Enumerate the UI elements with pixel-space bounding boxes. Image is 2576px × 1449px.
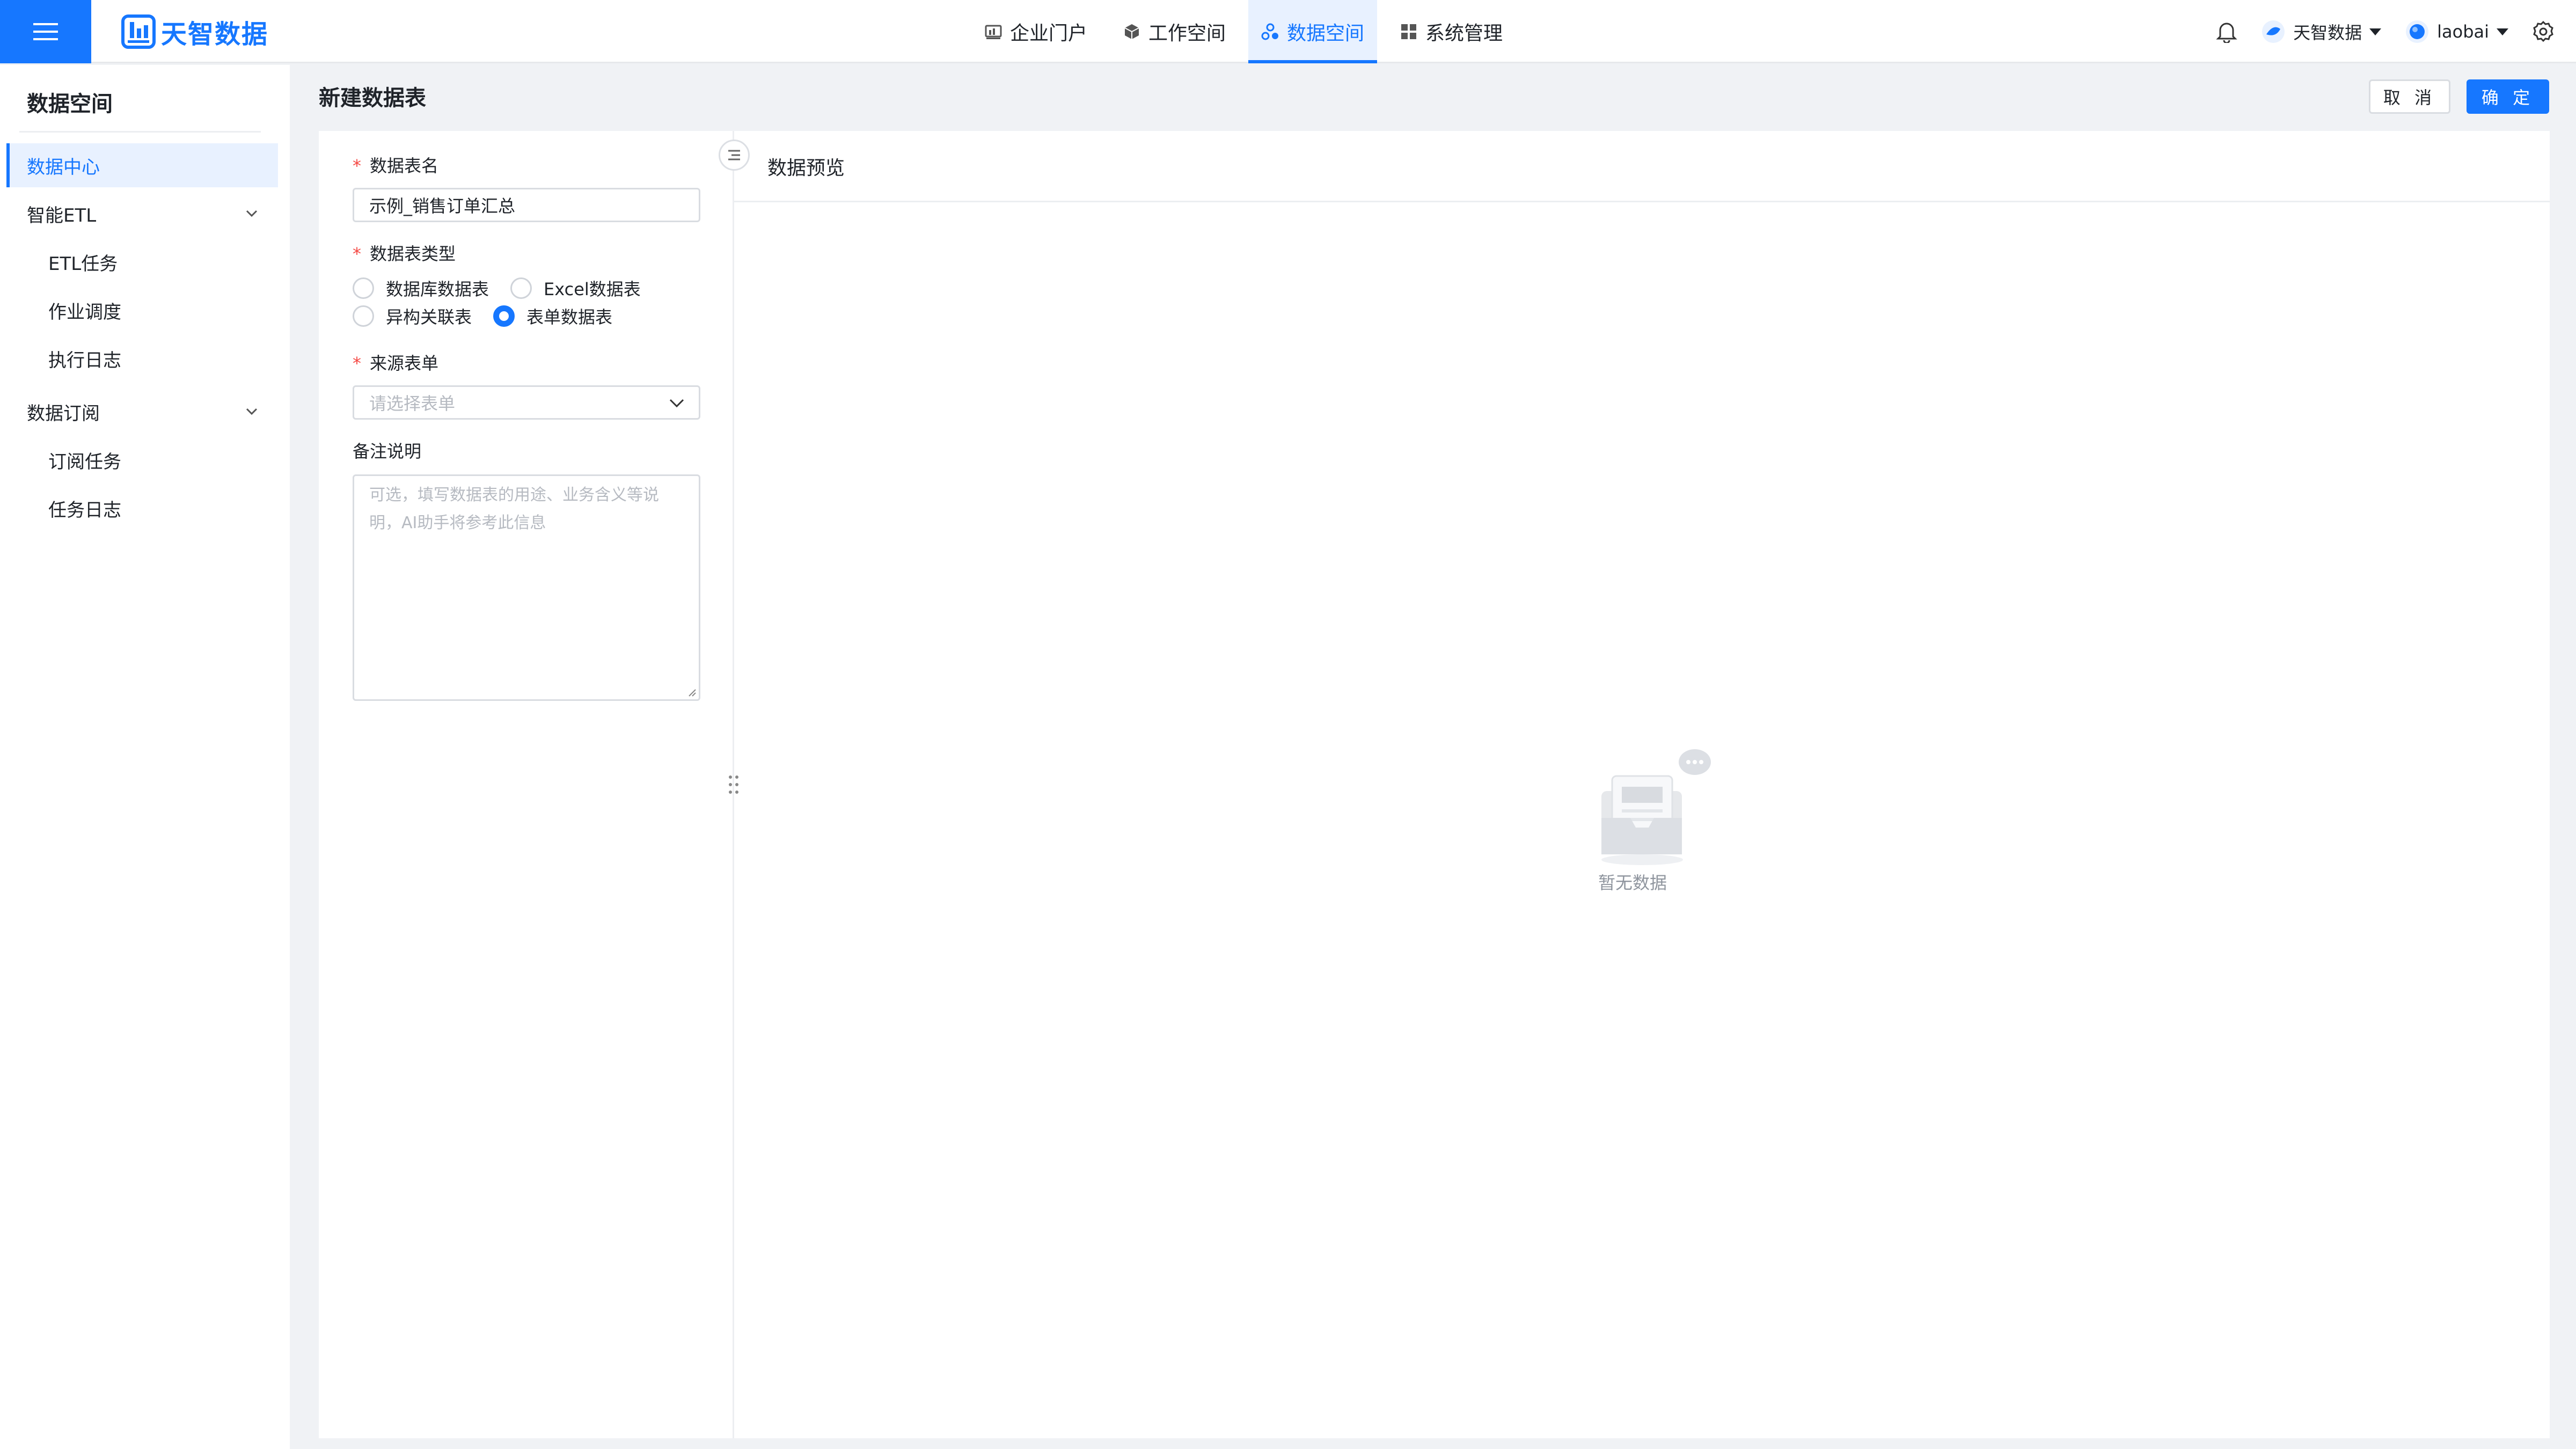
radio-heterogeneous-table[interactable]: 异构关联表 [353,304,472,328]
radio-label: 数据库数据表 [386,279,489,299]
dashboard-icon [985,25,1002,39]
radio-circle-icon [353,277,374,299]
sidebar-item-label: ETL任务 [48,253,118,275]
radio-database-table[interactable]: 数据库数据表 [353,276,489,301]
sidebar-item-etl-task[interactable]: ETL任务 [6,240,278,284]
collapse-form-button[interactable] [719,140,750,171]
cancel-button[interactable]: 取 消 [2369,79,2450,114]
source-form-select[interactable]: 请选择表单 [353,385,700,420]
preview-title: 数据预览 [767,157,845,179]
apps-icon [1401,24,1417,39]
user-menu[interactable]: laobai [2405,19,2508,44]
chevron-down-icon [246,210,258,217]
header-right: 天智数据 laobai [2216,0,2555,63]
radio-excel-table[interactable]: Excel数据表 [510,276,641,301]
remark-label: 备注说明 [353,441,422,462]
textarea-placeholder: 可选，填写数据表的用途、业务含义等说明，AI助手将参考此信息 [369,486,659,532]
chevron-down-icon [669,399,684,408]
table-name-label: * 数据表名 [353,152,438,177]
gear-icon [2533,20,2553,42]
radio-circle-icon [510,277,532,299]
sidebar-item-label: 订阅任务 [48,451,121,473]
caret-down-icon [2497,28,2508,35]
radio-label: 表单数据表 [526,307,613,327]
remark-textarea[interactable]: 可选，填写数据表的用途、业务含义等说明，AI助手将参考此信息 [353,474,700,701]
sidebar-item-label: 作业调度 [48,301,121,323]
top-bar: 天智数据 企业门户 工作空间 数据空间 系统管理 天智数据 laobai [0,0,2576,63]
menu-toggle-button[interactable] [0,0,91,63]
sidebar-item-task-log[interactable]: 任务日志 [6,486,278,530]
cube-icon [1124,24,1139,39]
resize-handle-icon[interactable] [687,687,697,697]
table-type-label: * 数据表类型 [353,240,456,265]
required-mark: * [353,156,361,176]
settings-button[interactable] [2532,20,2555,43]
nav-label: 系统管理 [1425,23,1503,45]
empty-state-text: 暂无数据 [1598,873,1667,893]
nav-data-space[interactable]: 数据空间 [1248,0,1378,63]
logo-mark-icon [121,14,156,49]
org-switcher[interactable]: 天智数据 [2261,19,2382,44]
user-avatar-icon [2406,20,2429,43]
required-mark: * [353,244,361,264]
org-name: 天智数据 [2293,23,2362,43]
empty-inbox-icon [1601,749,1711,865]
org-logo-icon [2262,20,2285,43]
nav-label: 企业门户 [1010,23,1088,45]
editor-panel: * 数据表名 示例_销售订单汇总 * 数据表类型 数据库数据表 Excel数据表 异… [319,131,2550,1438]
sidebar-item-execution-log[interactable]: 执行日志 [6,336,278,380]
source-form-label: * 来源表单 [353,350,438,375]
sidebar-item-subscription-task[interactable]: 订阅任务 [6,438,278,482]
radio-circle-icon [353,305,374,327]
label-text: 数据表名 [370,156,439,176]
sidebar: 数据空间 数据中心 智能ETL ETL任务 作业调度 执行日志 数据订阅 订阅任… [0,65,290,1449]
sidebar-item-label: 数据订阅 [27,402,100,425]
sidebar-item-job-schedule[interactable]: 作业调度 [6,288,278,332]
confirm-button[interactable]: 确 定 [2467,79,2549,114]
sidebar-group-data-subscription[interactable]: 数据订阅 [6,390,278,434]
hamburger-icon [33,23,58,40]
sidebar-title: 数据空间 [27,92,113,116]
logo-text: 天智数据 [161,19,269,49]
preview-divider [734,201,2550,202]
drag-handle-icon[interactable] [726,773,742,796]
sidebar-divider [19,131,261,133]
radio-form-table[interactable]: 表单数据表 [493,304,612,328]
data-space-icon [1261,23,1279,40]
select-placeholder: 请选择表单 [369,393,456,414]
table-name-input[interactable]: 示例_销售订单汇总 [353,188,700,222]
chevron-down-icon [246,408,258,415]
main-nav: 企业门户 工作空间 数据空间 系统管理 [971,0,1525,63]
nav-enterprise-portal[interactable]: 企业门户 [971,0,1100,63]
label-text: 来源表单 [370,353,439,374]
caret-down-icon [2369,28,2382,35]
notifications-button[interactable] [2216,20,2237,43]
radio-label: 异构关联表 [386,307,472,327]
nav-workspace[interactable]: 工作空间 [1110,0,1239,63]
page-title: 新建数据表 [319,86,426,111]
user-name: laobai [2437,21,2489,42]
form-pane: * 数据表名 示例_销售订单汇总 * 数据表类型 数据库数据表 Excel数据表 异… [319,131,750,1438]
radio-checked-icon [493,305,515,327]
sidebar-group-smart-etl[interactable]: 智能ETL [6,192,278,236]
bell-icon [2216,23,2237,43]
sidebar-item-label: 任务日志 [48,499,121,521]
nav-system-admin[interactable]: 系统管理 [1387,0,1516,63]
sidebar-item-data-center[interactable]: 数据中心 [6,143,278,187]
list-collapse-icon [728,150,740,160]
app-logo[interactable]: 天智数据 [121,13,268,50]
sidebar-item-label: 智能ETL [27,204,97,226]
required-mark: * [353,353,361,374]
nav-label: 工作空间 [1148,23,1226,45]
sidebar-item-label: 数据中心 [27,156,100,178]
radio-label: Excel数据表 [544,279,641,299]
nav-label: 数据空间 [1287,23,1365,45]
sidebar-item-label: 执行日志 [48,349,121,371]
label-text: 数据表类型 [370,244,456,264]
